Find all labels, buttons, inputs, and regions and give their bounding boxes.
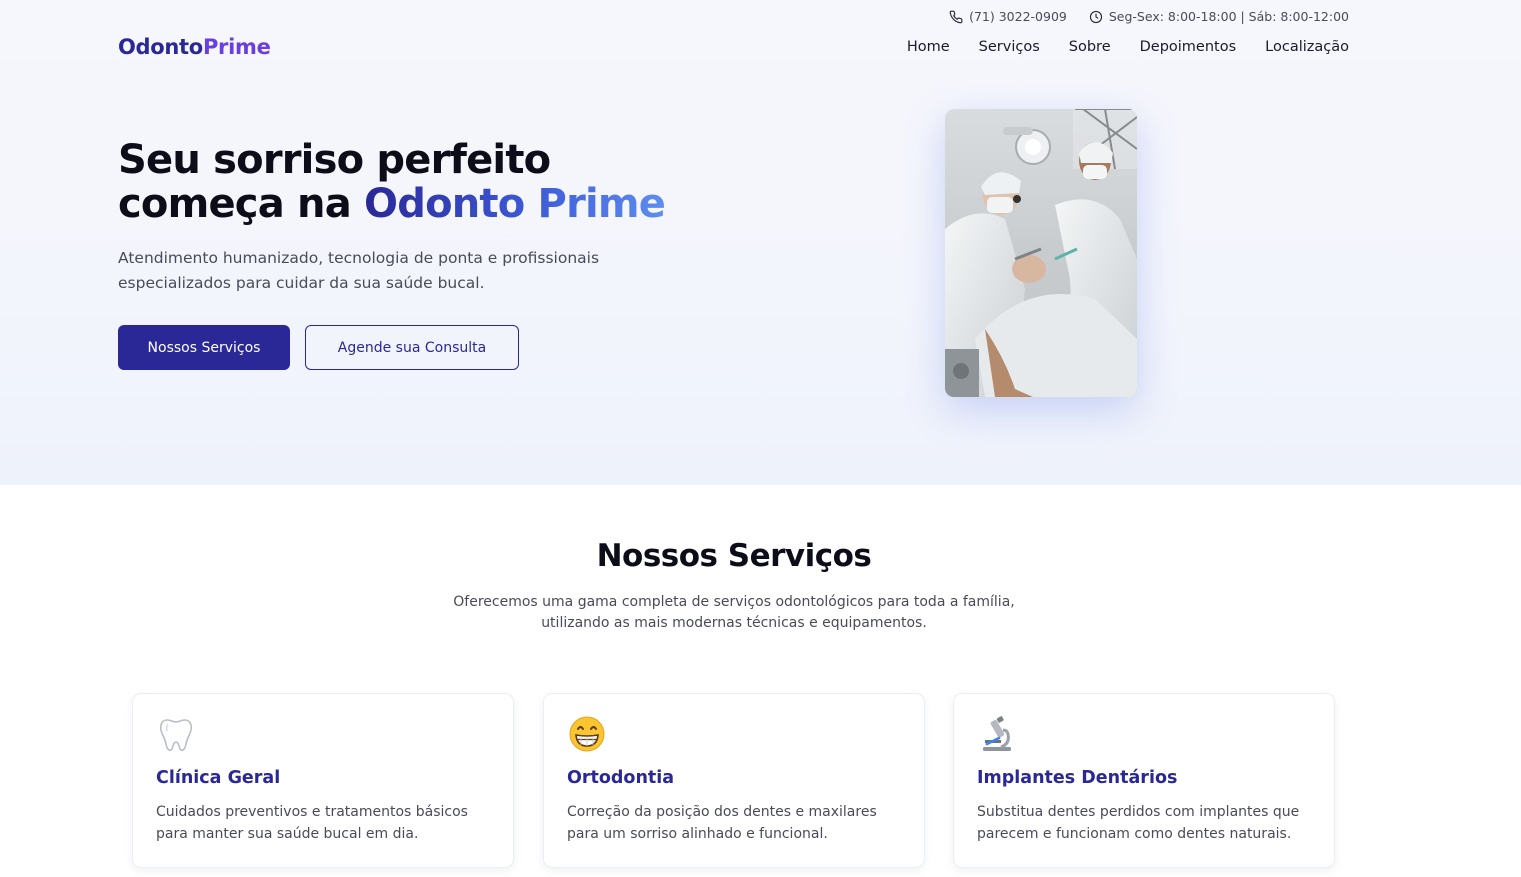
topbar: (71) 3022-0909 Seg-Sex: 8:00-18:00 | Sáb… — [949, 9, 1349, 24]
phone-number: (71) 3022-0909 — [969, 9, 1067, 24]
hero-image — [945, 109, 1137, 397]
tooth-icon — [159, 719, 193, 752]
hero-title-line2-prefix: começa na — [118, 181, 365, 227]
nossos-servicos-button[interactable]: Nossos Serviços — [118, 325, 290, 370]
phone-info[interactable]: (71) 3022-0909 — [949, 9, 1067, 24]
hero-title-accent: Odonto Prime — [364, 181, 666, 227]
hero-title-line1: Seu sorriso perfeito — [118, 137, 551, 183]
dentists-treating-patient-photo — [945, 109, 1137, 397]
services-section-title: Nossos Serviços — [596, 538, 872, 574]
card-description: Substitua dentes perdidos com implantes … — [977, 804, 1300, 842]
clock-icon — [1089, 10, 1102, 23]
logo-part-odonto: Odonto — [118, 35, 203, 59]
service-card-ortodontia[interactable]: Ortodontia Correção da posição dos dente… — [543, 693, 925, 868]
card-description: Cuidados preventivos e tratamentos básic… — [156, 804, 468, 842]
nav-item-sobre[interactable]: Sobre — [1069, 39, 1111, 55]
nav-item-home[interactable]: Home — [907, 39, 950, 55]
nav-item-servicos[interactable]: Serviços — [979, 39, 1040, 55]
service-card-clinica-geral[interactable]: Clínica Geral Cuidados preventivos e tra… — [132, 693, 514, 868]
card-title: Ortodontia — [567, 768, 675, 788]
opening-hours: Seg-Sex: 8:00-18:00 | Sáb: 8:00-12:00 — [1108, 9, 1349, 24]
nav-item-localizacao[interactable]: Localização — [1265, 39, 1349, 55]
agende-consulta-button[interactable]: Agende sua Consulta — [305, 325, 519, 370]
hero-subtitle: Atendimento humanizado, tecnologia de po… — [118, 249, 600, 292]
services-section-subtitle: Oferecemos uma gama completa de serviços… — [434, 592, 1034, 634]
microscope-icon — [983, 716, 1011, 751]
services-subtitle-line1: Oferecemos uma gama completa de serviços… — [453, 594, 1015, 610]
hero-background — [0, 0, 1521, 485]
card-description: Correção da posição dos dentes e maxilar… — [567, 804, 877, 842]
services-subtitle-line2: utilizando as mais modernas técnicas e e… — [541, 615, 927, 631]
logo-part-prime: Prime — [202, 35, 271, 59]
grinning-face-icon — [569, 716, 605, 752]
logo[interactable]: OdontoPrime — [118, 35, 271, 59]
main-nav: Home Serviços Sobre Depoimentos Localiza… — [907, 39, 1349, 55]
phone-icon — [949, 10, 963, 23]
hours-info: Seg-Sex: 8:00-18:00 | Sáb: 8:00-12:00 — [1089, 9, 1349, 24]
card-title: Implantes Dentários — [977, 768, 1178, 788]
card-title: Clínica Geral — [156, 768, 281, 788]
nav-item-depoimentos[interactable]: Depoimentos — [1140, 39, 1237, 55]
service-card-implantes[interactable]: Implantes Dentários Substitua dentes per… — [953, 693, 1335, 868]
hero-title: Seu sorriso perfeito começa na Odonto Pr… — [118, 137, 666, 227]
